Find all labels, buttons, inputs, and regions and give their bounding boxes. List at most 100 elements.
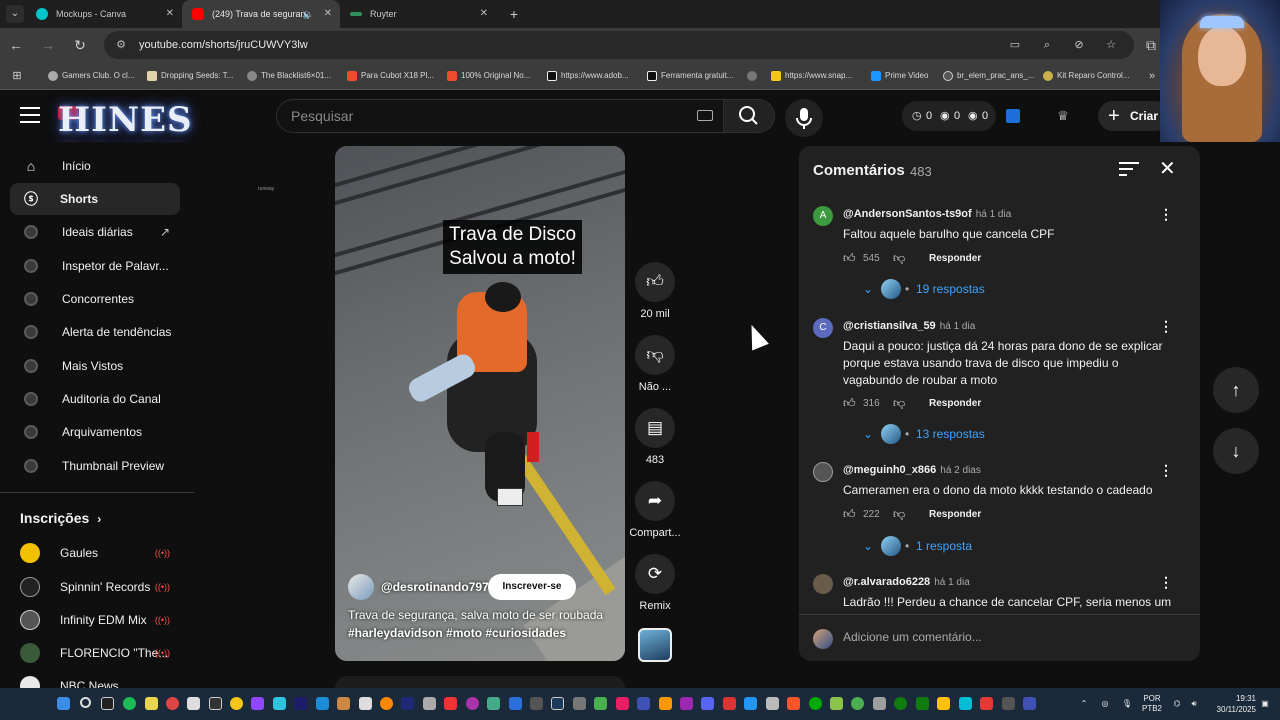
- remix-icon[interactable]: ⟳: [635, 554, 675, 594]
- like-action[interactable]: 👍︎ 20 mil: [629, 262, 681, 320]
- after-effects-icon[interactable]: [294, 697, 307, 710]
- sort-icon[interactable]: [1119, 162, 1139, 178]
- tab-ruyter[interactable]: Ruyter ✕: [340, 0, 496, 28]
- reply-button[interactable]: Responder: [929, 253, 981, 264]
- close-icon[interactable]: ✕: [1159, 156, 1176, 181]
- commenter-avatar[interactable]: A: [813, 206, 833, 226]
- next-short-preview[interactable]: [335, 676, 625, 688]
- tiktok-icon[interactable]: [209, 697, 222, 710]
- subscription-item[interactable]: Gaules ((•)): [10, 537, 180, 569]
- calculator-icon[interactable]: [187, 697, 200, 710]
- search-input[interactable]: Pesquisar: [276, 99, 724, 133]
- remix-action[interactable]: ⟳ Remix: [629, 554, 681, 612]
- app-icon[interactable]: [230, 697, 243, 710]
- app-icon[interactable]: [359, 697, 372, 710]
- app-icon[interactable]: [530, 697, 543, 710]
- more-vert-icon[interactable]: ⋮: [1159, 574, 1173, 591]
- app-icon[interactable]: [959, 697, 972, 710]
- short-hashtags[interactable]: #harleydavidson #moto #curiosidades: [348, 626, 566, 640]
- app-icon[interactable]: [830, 697, 843, 710]
- app-icon[interactable]: [616, 697, 629, 710]
- commenter-avatar[interactable]: [813, 574, 833, 594]
- app-icon[interactable]: [851, 697, 864, 710]
- chrome-icon[interactable]: [166, 697, 179, 710]
- extension-icon[interactable]: [1006, 109, 1020, 123]
- app-icon[interactable]: [316, 697, 329, 710]
- app-icon[interactable]: [573, 697, 586, 710]
- reply-button[interactable]: Responder: [929, 398, 981, 409]
- folder-icon[interactable]: [145, 697, 158, 710]
- app-icon[interactable]: [594, 697, 607, 710]
- bookmark-item[interactable]: https://www.snap...: [771, 62, 852, 90]
- more-vert-icon[interactable]: ⋮: [1159, 318, 1173, 335]
- share-icon[interactable]: ➦: [635, 481, 675, 521]
- bookmark-item[interactable]: Ferramenta gratuit...: [647, 62, 733, 90]
- channel-avatar[interactable]: [348, 574, 374, 600]
- app-icon[interactable]: [444, 697, 457, 710]
- start-icon[interactable]: [57, 697, 70, 710]
- bookmark-star-icon[interactable]: ☆: [1103, 37, 1119, 53]
- bookmark-item[interactable]: Kit Reparo Control...: [1043, 62, 1129, 90]
- sound-thumbnail[interactable]: [638, 628, 672, 662]
- sidebar-item-channel-audit[interactable]: Auditoria do Canal: [10, 383, 180, 415]
- app-icon[interactable]: [980, 697, 993, 710]
- thumbs-up-icon[interactable]: 👍︎: [843, 251, 856, 266]
- more-vert-icon[interactable]: ⋮: [1159, 462, 1173, 479]
- spotify-icon[interactable]: [123, 697, 136, 710]
- app-icon[interactable]: [744, 697, 757, 710]
- sidebar-item-thumbnail-preview[interactable]: Thumbnail Preview: [10, 450, 180, 482]
- thumbs-down-icon[interactable]: 👎︎: [893, 507, 905, 522]
- subscription-item[interactable]: FLORENCIO "The... ((•)): [10, 637, 180, 669]
- app-icon[interactable]: [659, 697, 672, 710]
- network-icon[interactable]: ◎: [1098, 688, 1112, 720]
- bookmark-item[interactable]: The Blacklist6×01...: [247, 62, 331, 90]
- speaker-icon[interactable]: 🔊︎: [1187, 688, 1201, 720]
- comment-author[interactable]: @cristiansilva_59 há 1 dia: [843, 320, 975, 332]
- commenter-avatar[interactable]: C: [813, 318, 833, 338]
- back-icon[interactable]: ←: [7, 36, 25, 54]
- subscription-item[interactable]: Infinity EDM Mix ((•)): [10, 604, 180, 636]
- xbox-icon[interactable]: [894, 697, 907, 710]
- thumbs-down-icon[interactable]: 👎︎: [635, 335, 675, 375]
- forward-icon[interactable]: →: [39, 36, 57, 54]
- more-vert-icon[interactable]: ⋮: [1159, 206, 1173, 223]
- app-icon[interactable]: [637, 697, 650, 710]
- bookmark-item[interactable]: Gamers Club. O cl...: [48, 62, 134, 90]
- bookmark-item[interactable]: Para Cubot X18 Pl...: [347, 62, 434, 90]
- notepad-icon[interactable]: [273, 697, 286, 710]
- comment-author[interactable]: @AndersonSantos-ts9of há 1 dia: [843, 208, 1011, 220]
- bookmark-item[interactable]: https://www.adob...: [547, 62, 629, 90]
- app-icon[interactable]: [1023, 697, 1036, 710]
- app-icon[interactable]: [809, 697, 822, 710]
- microphone-icon[interactable]: 🎙︎: [1120, 688, 1134, 720]
- extension-stats-pill[interactable]: ◷ 0 ◉ 0 ◉ 0: [902, 101, 996, 131]
- sidebar-item-competitors[interactable]: Concorrentes: [10, 283, 180, 315]
- new-tab-button[interactable]: +: [504, 4, 524, 24]
- extensions-icon[interactable]: ⧉: [1142, 36, 1160, 54]
- thumbs-down-icon[interactable]: 👎︎: [893, 396, 905, 411]
- subscribe-button[interactable]: Inscrever-se: [488, 574, 576, 600]
- keyboard-icon[interactable]: [697, 110, 713, 121]
- app-icon[interactable]: [487, 697, 500, 710]
- sidebar-item-shorts[interactable]: ⓢ Shorts: [10, 183, 180, 215]
- subscription-item[interactable]: Spinnin' Records ((•)): [10, 571, 180, 603]
- thumbs-down-icon[interactable]: 👎︎: [893, 251, 905, 266]
- url-text[interactable]: youtube.com/shorts/jruCUWVY3lw: [139, 31, 308, 59]
- app-icon[interactable]: [873, 697, 886, 710]
- close-icon[interactable]: ✕: [324, 0, 332, 28]
- zoom-icon[interactable]: ⌕: [1039, 37, 1055, 53]
- subscriptions-heading[interactable]: Inscrições ›: [20, 510, 101, 526]
- twitch-icon[interactable]: [251, 697, 264, 710]
- sidebar-item-trend-alert[interactable]: Alerta de tendências: [10, 316, 180, 348]
- comment-input[interactable]: Adicione um comentário...: [843, 630, 982, 644]
- apps-grid-icon[interactable]: ⊞: [8, 67, 26, 85]
- app-icon[interactable]: [466, 697, 479, 710]
- app-icon[interactable]: [423, 697, 436, 710]
- sidebar-item-home[interactable]: ⌂ Início: [10, 150, 180, 182]
- voice-search-button[interactable]: [785, 99, 823, 137]
- tab-youtube[interactable]: (249) Trava de seguranç 🔈 ✕: [182, 0, 340, 28]
- next-short-button[interactable]: ↓: [1213, 428, 1259, 474]
- wifi-icon[interactable]: ⌬: [1170, 688, 1184, 720]
- previous-short-button[interactable]: ↑: [1213, 367, 1259, 413]
- bookmark-item[interactable]: Prime Video: [871, 62, 928, 90]
